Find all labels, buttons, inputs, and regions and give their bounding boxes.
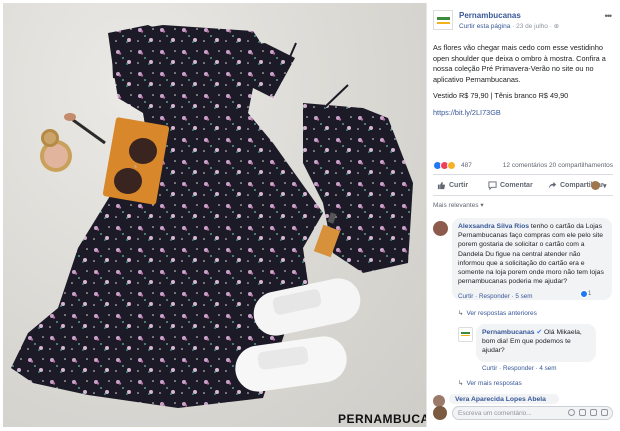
dress-illustration bbox=[11, 25, 413, 408]
previous-replies-label: Ver respostas anteriores bbox=[466, 309, 537, 317]
post-header: Pernambucanas Curtir esta página · 23 de… bbox=[433, 7, 613, 33]
more-options-icon[interactable]: ••• bbox=[605, 11, 613, 21]
comment-text: tenho o cartão da Lojas Pernambucanas fa… bbox=[458, 223, 604, 286]
reply-author-name[interactable]: Pernambucanas bbox=[482, 329, 535, 336]
reply-actions-text[interactable]: Curtir · Responder · 4 sem bbox=[482, 365, 557, 372]
page-name-link[interactable]: Pernambucanas bbox=[459, 11, 521, 20]
commenter-name[interactable]: Alexsandra Silva Rios bbox=[458, 223, 529, 230]
share-icon bbox=[548, 181, 557, 190]
post-side-panel: Pernambucanas Curtir esta página · 23 de… bbox=[426, 3, 617, 427]
reaction-count[interactable]: 487 bbox=[461, 162, 472, 169]
user-avatar bbox=[433, 406, 447, 420]
more-replies-label: Ver mais respostas bbox=[466, 379, 522, 387]
comments-shares-count[interactable]: 12 comentários 20 compartilhamentos bbox=[503, 162, 613, 169]
reply-actions: Curtir · Responder · 4 sem bbox=[482, 365, 557, 372]
comment-reaction-summary[interactable]: 1 bbox=[580, 290, 591, 298]
gif-icon[interactable] bbox=[590, 409, 597, 416]
comment-icon bbox=[488, 181, 497, 190]
thumbs-up-icon bbox=[437, 181, 446, 190]
post-actions: Curtir Comentar Compartilhar ▾ bbox=[433, 174, 613, 196]
post-date: · 23 de julho · bbox=[510, 23, 554, 30]
like-label: Curtir bbox=[449, 182, 469, 189]
photo-scene bbox=[11, 25, 413, 408]
post-photo[interactable]: PERNAMBUCANAS bbox=[3, 3, 426, 427]
brush-illustration bbox=[64, 113, 106, 145]
globe-icon: ⊕ bbox=[553, 23, 560, 30]
page-reply-avatar[interactable] bbox=[458, 327, 473, 342]
commenter-name[interactable]: Vera Aparecida Lopes Abela bbox=[455, 396, 546, 403]
react-as-selector[interactable]: ▾ bbox=[591, 181, 607, 190]
page-avatar[interactable] bbox=[433, 10, 453, 30]
more-replies-link[interactable]: ↳ Ver mais respostas bbox=[458, 379, 522, 388]
reply-arrow-icon: ↳ bbox=[458, 310, 464, 317]
verified-badge-icon: ✔ bbox=[536, 329, 543, 336]
wow-reaction-icon bbox=[447, 161, 456, 170]
comment-reaction-count: 1 bbox=[588, 291, 592, 297]
reactions-summary[interactable]: 487 12 comentários 20 compartilhamentos bbox=[433, 160, 613, 172]
comment-composer bbox=[433, 405, 613, 423]
comment-label: Comentar bbox=[500, 182, 533, 189]
like-reaction-icon bbox=[580, 290, 588, 298]
comment-bubble: Vera Aparecida Lopes Abela bbox=[449, 394, 559, 404]
like-button[interactable]: Curtir bbox=[437, 181, 468, 190]
post-viewer: PERNAMBUCANAS Pernambucanas Curtir esta … bbox=[0, 0, 620, 431]
post-link[interactable]: https://bit.ly/2LI73GB bbox=[433, 108, 501, 117]
photo-brand-watermark: PERNAMBUCANAS bbox=[338, 412, 426, 426]
post-text: As flores vão chegar mais cedo com esse … bbox=[433, 43, 611, 124]
comment-button[interactable]: Comentar bbox=[488, 181, 533, 190]
emoji-icon[interactable] bbox=[568, 409, 575, 416]
chevron-down-icon: ▾ bbox=[603, 182, 607, 190]
sticker-icon[interactable] bbox=[601, 409, 608, 416]
reply-arrow-icon: ↳ bbox=[458, 380, 464, 387]
post-text-prices: Vestido R$ 79,90 | Tênis branco R$ 49,90 bbox=[433, 91, 569, 100]
previous-replies-link[interactable]: ↳ Ver respostas anteriores bbox=[458, 309, 537, 318]
comment-bubble: Alexsandra Silva Rios tenho o cartão da … bbox=[452, 218, 612, 300]
comment-actions: Curtir · Responder · 5 sem bbox=[458, 293, 533, 300]
post-meta: Curtir esta página · 23 de julho · ⊕ bbox=[459, 22, 559, 30]
comment-sort-dropdown[interactable]: Mais relevantes ▾ bbox=[433, 201, 484, 209]
comment-input[interactable] bbox=[453, 407, 563, 419]
user-avatar bbox=[591, 181, 600, 190]
camera-icon[interactable] bbox=[579, 409, 586, 416]
comment-input-wrapper bbox=[452, 406, 613, 420]
like-page-link[interactable]: Curtir esta página bbox=[459, 23, 510, 30]
commenter-avatar[interactable] bbox=[433, 221, 448, 236]
comment-actions-text[interactable]: Curtir · Responder · 5 sem bbox=[458, 293, 533, 300]
post-text-body: As flores vão chegar mais cedo com esse … bbox=[433, 43, 606, 84]
compact-illustration bbox=[40, 129, 72, 172]
reply-bubble: Pernambucanas ✔ Olá Mikaela, bom dia! Em… bbox=[476, 324, 596, 362]
